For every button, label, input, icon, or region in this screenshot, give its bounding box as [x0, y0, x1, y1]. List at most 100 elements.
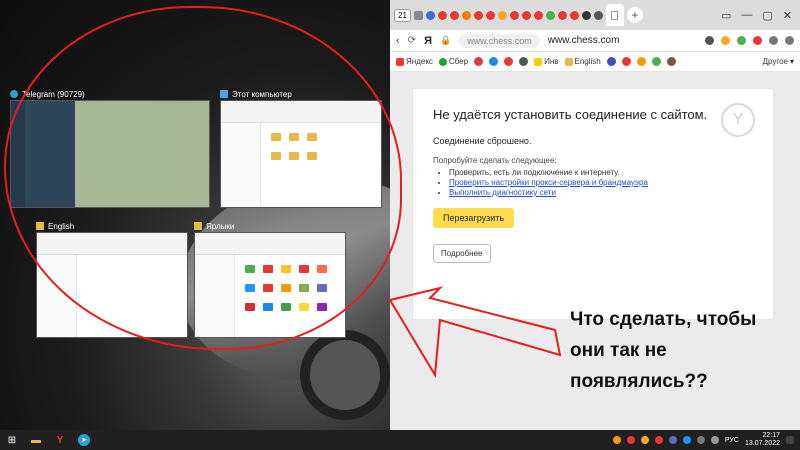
notifications-icon[interactable] [786, 436, 794, 444]
tray-icon[interactable] [640, 436, 649, 444]
yandex-browser-icon[interactable]: Y [54, 434, 66, 446]
back-icon[interactable]: ‹ [396, 35, 400, 47]
maximize-button[interactable]: ▢ [762, 9, 772, 22]
thumb-header: Этот компьютер [220, 88, 382, 100]
thumb-title: Telegram (90729) [22, 89, 85, 99]
extension-icon[interactable] [769, 36, 778, 45]
bookmark-sber[interactable]: Сбер [438, 57, 468, 66]
error-title: Не удаётся установить соединение с сайто… [433, 107, 708, 122]
tab-count-button[interactable]: 21 [394, 8, 411, 22]
tab-icon[interactable] [449, 10, 459, 20]
bookmark-icon[interactable] [666, 57, 676, 66]
bookmark-icon[interactable] [606, 57, 616, 66]
address-bar: ‹ ⟳ Я 🔒 www.chess.com www.chess.com [390, 30, 800, 52]
folder-icon [534, 57, 543, 66]
explorer-ribbon [221, 101, 381, 123]
yandex-logo-icon[interactable]: Я [424, 35, 432, 47]
bookmark-icon[interactable] [489, 57, 499, 66]
tab-icon[interactable] [581, 10, 591, 20]
thumb-preview [194, 232, 346, 338]
error-card: Y Не удаётся установить соединение с сай… [412, 88, 774, 320]
telegram-icon[interactable]: ➤ [78, 434, 90, 446]
address-pill[interactable]: www.chess.com [459, 33, 540, 48]
address-input[interactable]: www.chess.com [548, 35, 620, 46]
download-icon[interactable] [785, 36, 794, 45]
snap-thumb-shortcuts[interactable]: Ярлыки [194, 220, 346, 338]
tab-icon[interactable] [437, 10, 447, 20]
folder-icon [36, 222, 44, 230]
bookmark-inv[interactable]: Инв [534, 57, 559, 66]
bookmark-icon[interactable] [621, 57, 631, 66]
tray-icon[interactable] [682, 436, 691, 444]
error-try-label: Попробуйте сделать следующее: [433, 156, 557, 165]
page-content: Y Не удаётся установить соединение с сай… [390, 72, 800, 430]
window-controls: ▭ — ▢ ✕ [721, 9, 796, 22]
snap-thumb-this-pc[interactable]: Этот компьютер [220, 88, 382, 208]
tab-icon[interactable] [593, 10, 603, 20]
wallpaper-car-wheel [300, 330, 390, 420]
tab-icon[interactable] [569, 10, 579, 20]
extension-icon[interactable] [753, 36, 762, 45]
proxy-settings-link[interactable]: Проверить настройки прокси-сервера и бра… [449, 178, 648, 187]
protect-icon[interactable] [737, 36, 746, 45]
yandex-browser-logo-icon: Y [721, 103, 755, 137]
windows-start-icon[interactable]: ⊞ [6, 434, 18, 446]
tray-icon[interactable] [626, 436, 635, 444]
minimize-button[interactable]: — [741, 9, 752, 22]
tray-icon[interactable] [668, 436, 677, 444]
bookmark-english[interactable]: English [564, 57, 601, 66]
tab-icon[interactable] [545, 10, 555, 20]
reload-icon[interactable]: ⟳ [408, 35, 416, 46]
thumb-preview [220, 100, 382, 208]
reader-icon[interactable] [705, 36, 714, 45]
tab-icon[interactable] [521, 10, 531, 20]
details-button[interactable]: Подробнее [433, 244, 491, 263]
tray-icon[interactable] [612, 436, 621, 444]
bookmark-icon[interactable] [474, 57, 484, 66]
annotation-question: Что сделать, чтобы они так не появлялись… [570, 309, 757, 392]
clock[interactable]: 22:17 13.07.2022 [745, 432, 780, 448]
file-explorer-icon[interactable]: ▬ [30, 434, 42, 446]
tab-icon[interactable] [425, 10, 435, 20]
clock-time: 22:17 [762, 432, 780, 439]
bookmark-icon[interactable] [519, 57, 529, 66]
snap-thumb-english[interactable]: English [36, 220, 188, 338]
tab-bar: 21 + ▭ — ▢ ✕ [390, 0, 800, 30]
tab-icon[interactable] [473, 10, 483, 20]
bookmark-icon[interactable] [504, 57, 514, 66]
tray-icon[interactable] [654, 436, 663, 444]
network-icon[interactable] [696, 436, 705, 444]
explorer-ribbon [37, 233, 187, 255]
telegram-chat-list [25, 101, 75, 207]
error-subtitle: Соединение сброшено. [433, 136, 532, 146]
tab-icon[interactable] [557, 10, 567, 20]
volume-icon[interactable] [710, 436, 719, 444]
bookmark-yandex[interactable]: Яндекс [396, 57, 433, 66]
active-tab[interactable] [605, 4, 624, 26]
thumb-title: English [48, 221, 75, 231]
explorer-nav [221, 123, 261, 207]
tab-icon[interactable] [485, 10, 495, 20]
system-tray: РУС 22:17 13.07.2022 [612, 432, 794, 448]
tabs-view-button[interactable]: ▭ [721, 9, 731, 22]
computer-icon [220, 90, 228, 98]
tab-icon[interactable] [461, 10, 471, 20]
bookmarks-bar: Яндекс Сбер Инв English Другое ▾ [390, 52, 800, 72]
thumb-preview [10, 100, 210, 208]
snap-thumb-telegram[interactable]: Telegram (90729) [10, 88, 210, 208]
tab-icon[interactable] [509, 10, 519, 20]
bookmark-icon[interactable] [651, 57, 661, 66]
tab-icon[interactable] [533, 10, 543, 20]
page-icon [611, 10, 619, 20]
reload-button[interactable]: Перезагрузить [433, 208, 515, 228]
bookmark-icon[interactable] [636, 57, 646, 66]
new-tab-button[interactable]: + [626, 7, 643, 23]
tab-icon[interactable] [413, 10, 423, 20]
close-button[interactable]: ✕ [783, 9, 792, 22]
bookmarks-other[interactable]: Другое ▾ [763, 57, 794, 66]
bookmark-star-icon[interactable] [721, 36, 730, 45]
telegram-sidebar [11, 101, 25, 207]
network-diagnostics-link[interactable]: Выполнить диагностику сети [449, 188, 556, 197]
tab-icon[interactable] [497, 10, 507, 20]
language-indicator[interactable]: РУС [725, 437, 739, 444]
